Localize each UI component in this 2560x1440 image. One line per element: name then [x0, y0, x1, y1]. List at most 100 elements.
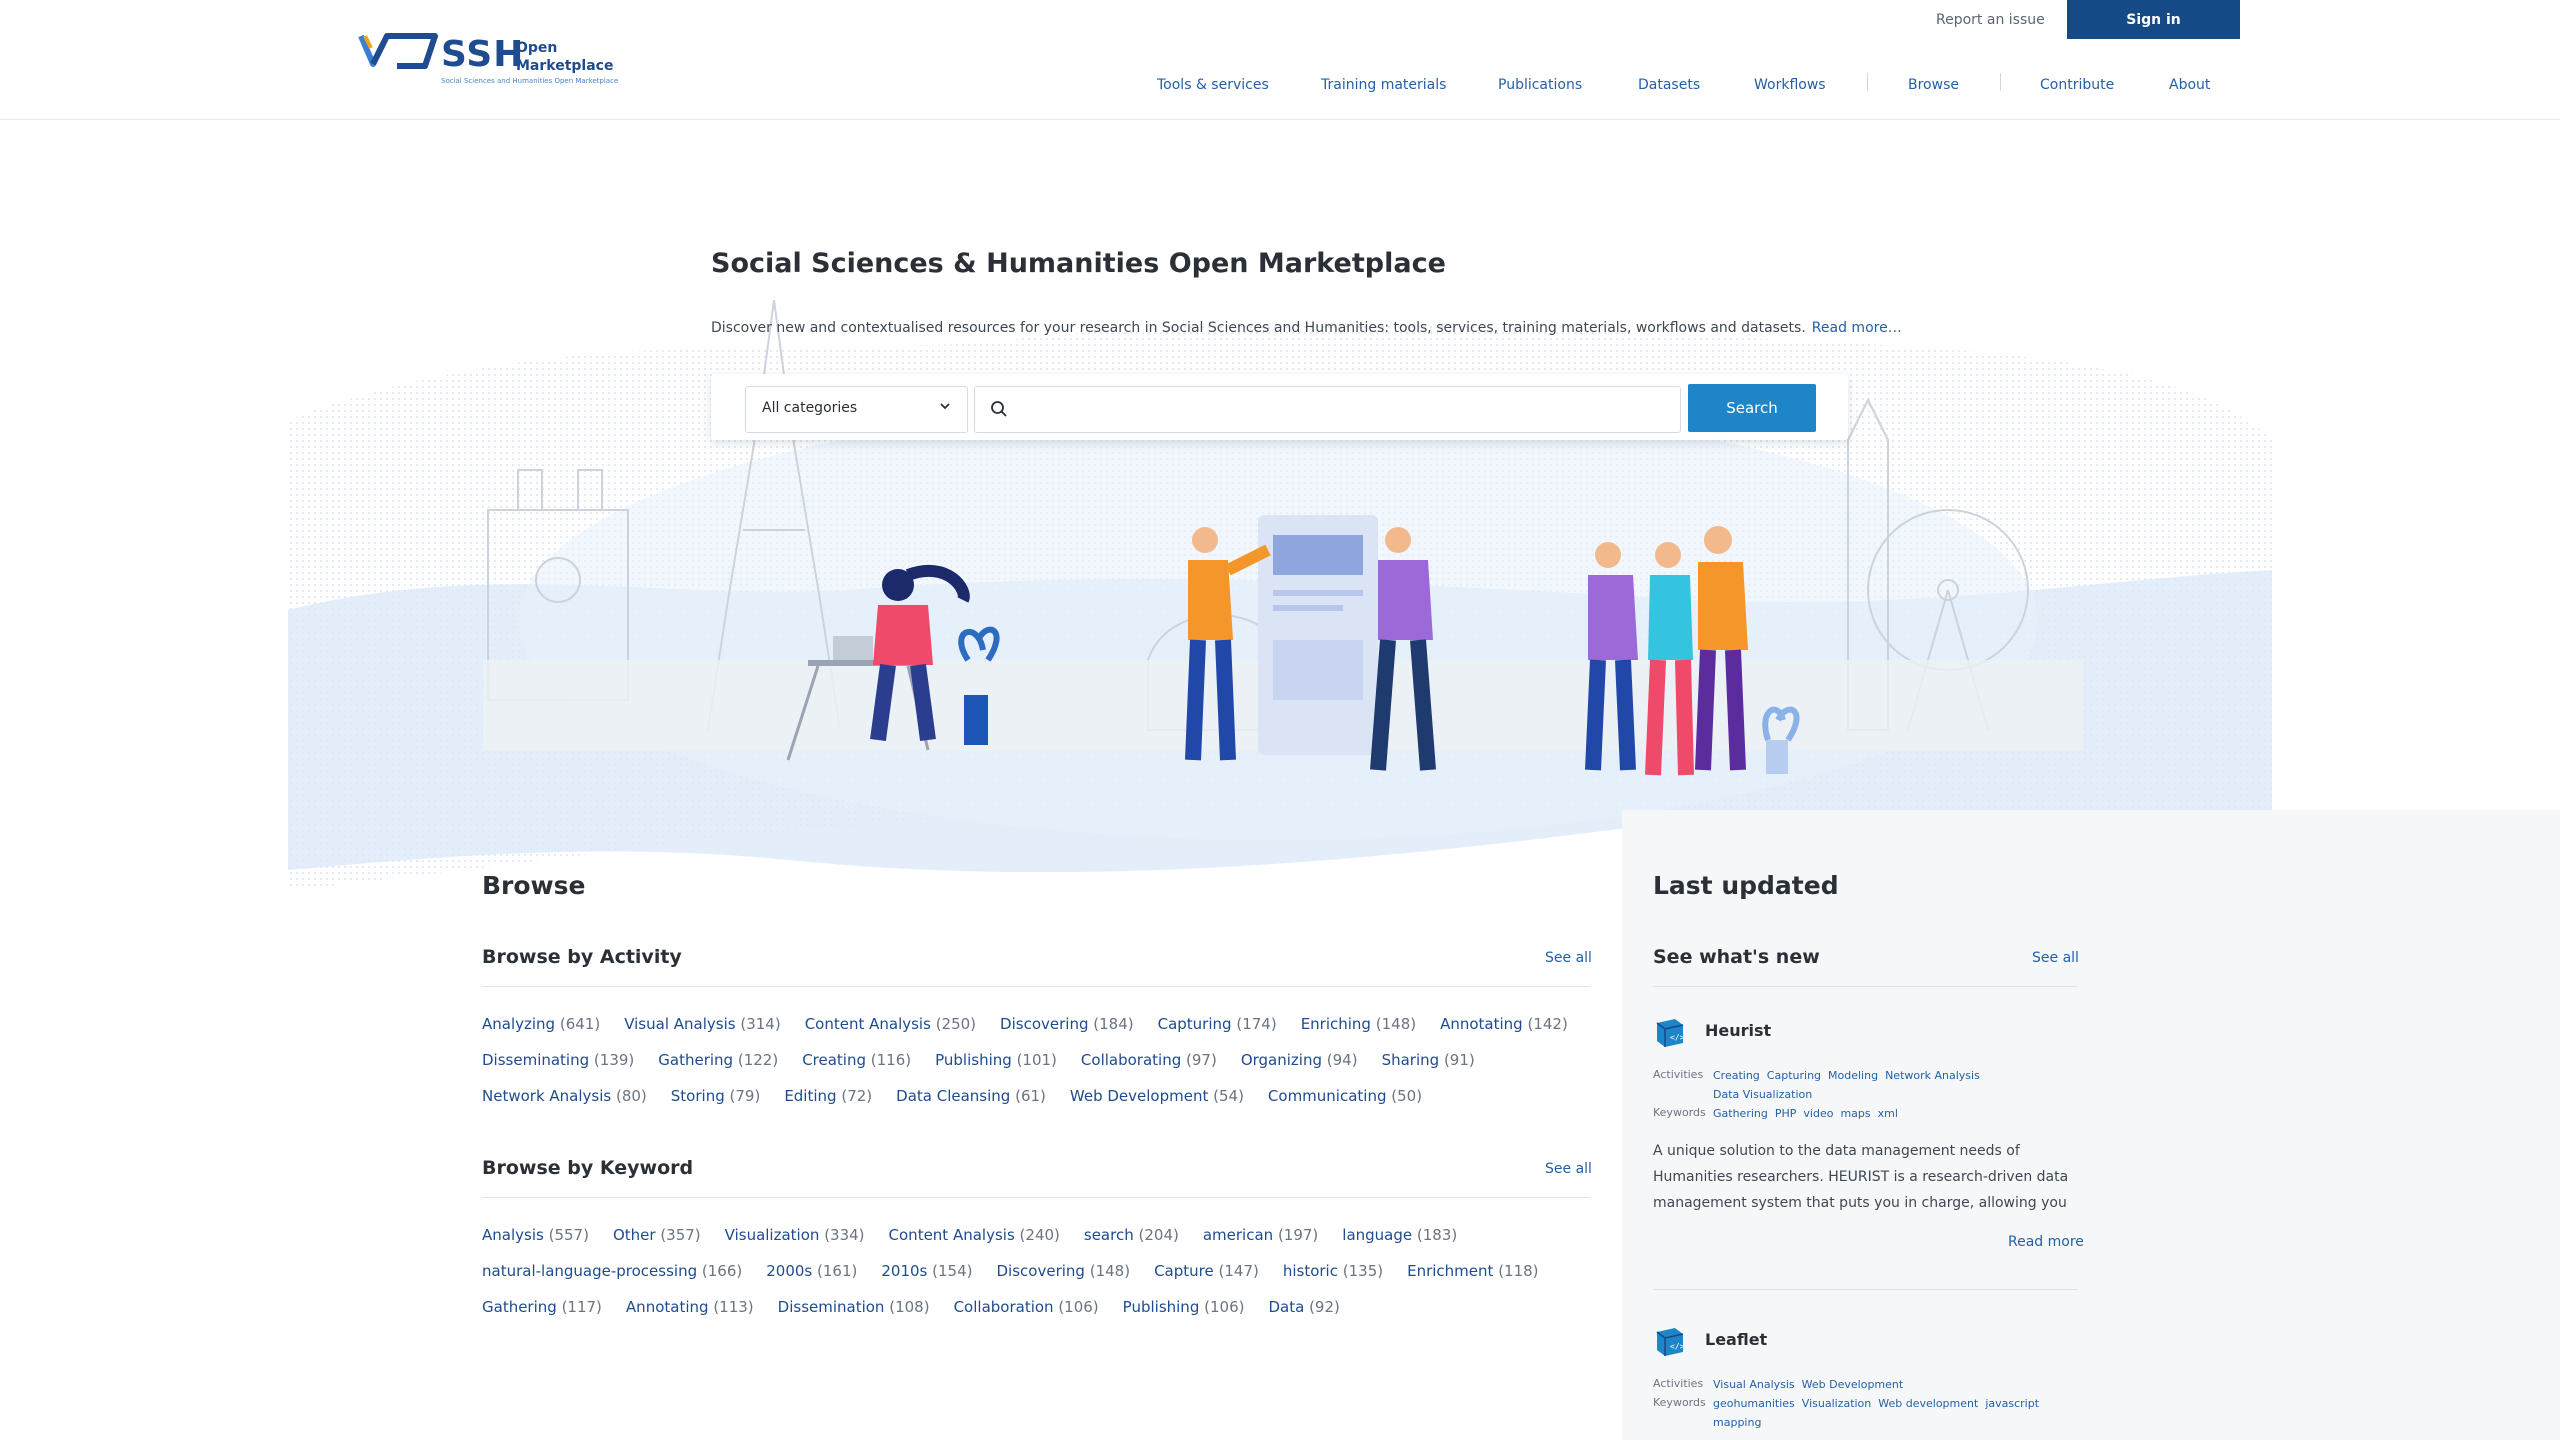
activity-chip[interactable]: Discovering (184)	[1000, 1006, 1134, 1042]
keyword-tag[interactable]: maps	[1840, 1104, 1870, 1123]
keyword-chip[interactable]: Publishing (106)	[1123, 1289, 1245, 1325]
keyword-tag[interactable]: xml	[1878, 1104, 1898, 1123]
keyword-chip[interactable]: Collaboration (106)	[954, 1289, 1099, 1325]
keyword-chip[interactable]: 2000s (161)	[766, 1253, 857, 1289]
activity-chip[interactable]: Publishing (101)	[935, 1042, 1057, 1078]
activity-tag[interactable]: Network Analysis	[1885, 1066, 1980, 1085]
keyword-chip[interactable]: Other (357)	[613, 1217, 701, 1253]
site-header: SSH Open Marketplace Social Sciences and…	[0, 0, 2560, 120]
keyword-tag[interactable]: Visualization	[1802, 1394, 1871, 1413]
keyword-chip[interactable]: language (183)	[1342, 1217, 1457, 1253]
divider	[482, 986, 1590, 987]
activity-chip[interactable]: Editing (72)	[784, 1078, 872, 1114]
keyword-chip[interactable]: american (197)	[1203, 1217, 1318, 1253]
nav-label: Training materials	[1321, 77, 1447, 93]
keyword-chip[interactable]: Capture (147)	[1154, 1253, 1259, 1289]
activity-chip[interactable]: Web Development (54)	[1070, 1078, 1244, 1114]
search-input[interactable]	[1019, 389, 1673, 430]
search-button[interactable]: Search	[1688, 384, 1816, 432]
activity-chip[interactable]: Visual Analysis (314)	[624, 1006, 780, 1042]
browse-heading: Browse	[482, 871, 586, 900]
item-title[interactable]: Leaflet	[1705, 1330, 1767, 1349]
nav-tools-services[interactable]: Tools & services	[1157, 73, 1269, 97]
keyword-chip[interactable]: historic (135)	[1283, 1253, 1383, 1289]
item-title[interactable]: Heurist	[1705, 1021, 1771, 1040]
activity-tag[interactable]: Capturing	[1767, 1066, 1821, 1085]
logo-wordmark: SSH	[441, 34, 525, 75]
activity-tag[interactable]: Data Visualization	[1713, 1085, 1812, 1104]
nav-label: About	[2169, 77, 2211, 93]
last-updated-heading: Last updated	[1653, 871, 1839, 900]
nav-workflows[interactable]: Workflows	[1754, 73, 1826, 97]
report-issue-link[interactable]: Report an issue	[1936, 12, 2045, 28]
search-icon	[991, 401, 1007, 417]
activity-chip[interactable]: Communicating (50)	[1268, 1078, 1422, 1114]
keyword-list: Analysis (557) Other (357) Visualization…	[482, 1217, 1592, 1325]
keyword-tag[interactable]: Web development	[1878, 1394, 1978, 1413]
svg-text:</>: </>	[1670, 1033, 1685, 1042]
keyword-chip[interactable]: Visualization (334)	[725, 1217, 865, 1253]
nav-about[interactable]: About	[2169, 73, 2210, 97]
page-title: Social Sciences & Humanities Open Market…	[711, 248, 1446, 279]
keyword-chip[interactable]: Discovering (148)	[997, 1253, 1131, 1289]
activity-chip[interactable]: Collaborating (97)	[1081, 1042, 1217, 1078]
activity-chip[interactable]: Annotating (142)	[1440, 1006, 1568, 1042]
logo-mark-icon	[358, 33, 438, 69]
category-select[interactable]: All categories	[745, 386, 968, 433]
keyword-chip[interactable]: Enrichment (118)	[1407, 1253, 1538, 1289]
keyword-chip[interactable]: Data (92)	[1268, 1289, 1339, 1325]
nav-browse[interactable]: Browse	[1908, 73, 1959, 97]
activity-chip[interactable]: Network Analysis (80)	[482, 1078, 647, 1114]
keyword-tag[interactable]: Gathering	[1713, 1104, 1768, 1123]
activity-chip[interactable]: Analyzing (641)	[482, 1006, 600, 1042]
keyword-tag[interactable]: javascript	[1985, 1394, 2039, 1413]
nav-publications[interactable]: Publications	[1498, 73, 1582, 97]
keyword-chip[interactable]: Annotating (113)	[626, 1289, 754, 1325]
keyword-chip[interactable]: search (204)	[1084, 1217, 1179, 1253]
keyword-chip[interactable]: Analysis (557)	[482, 1217, 589, 1253]
browse-keyword-see-all[interactable]: See all	[1545, 1161, 1592, 1177]
activity-chip[interactable]: Gathering (122)	[658, 1042, 778, 1078]
keyword-tag[interactable]: PHP	[1775, 1104, 1797, 1123]
activities-label: Activities	[1653, 1068, 1704, 1081]
activity-chip[interactable]: Enriching (148)	[1301, 1006, 1416, 1042]
read-more-link[interactable]: Read more…	[1812, 320, 1902, 336]
activity-tag[interactable]: Modeling	[1828, 1066, 1878, 1085]
tool-icon: </>	[1656, 1328, 1685, 1356]
nav-label: Publications	[1498, 77, 1583, 93]
keywords-list: geohumanities Visualization Web developm…	[1713, 1394, 2043, 1432]
keyword-tag[interactable]: geohumanities	[1713, 1394, 1795, 1413]
activity-chip[interactable]: Organizing (94)	[1241, 1042, 1358, 1078]
keyword-chip[interactable]: natural-language-processing (166)	[482, 1253, 742, 1289]
chevron-down-icon	[940, 403, 950, 410]
nav-contribute[interactable]: Contribute	[2040, 73, 2114, 97]
activity-tag[interactable]: Visual Analysis	[1713, 1375, 1795, 1394]
search-field[interactable]	[974, 386, 1681, 433]
keyword-chip[interactable]: Content Analysis (240)	[889, 1217, 1060, 1253]
nav-label: Browse	[1908, 77, 1959, 93]
activity-chip[interactable]: Creating (116)	[802, 1042, 911, 1078]
nav-label: Tools & services	[1157, 77, 1269, 93]
keyword-tag[interactable]: video	[1803, 1104, 1833, 1123]
whats-new-see-all[interactable]: See all	[2032, 950, 2079, 966]
nav-training-materials[interactable]: Training materials	[1321, 73, 1446, 97]
nav-divider	[2000, 73, 2001, 91]
browse-activity-see-all[interactable]: See all	[1545, 950, 1592, 966]
activity-chip[interactable]: Capturing (174)	[1158, 1006, 1277, 1042]
activity-chip[interactable]: Storing (79)	[671, 1078, 761, 1114]
divider	[1653, 986, 2077, 987]
read-more-link[interactable]: Read more	[2008, 1234, 2084, 1250]
keyword-chip[interactable]: 2010s (154)	[881, 1253, 972, 1289]
activity-chip[interactable]: Data Cleansing (61)	[896, 1078, 1046, 1114]
activity-tag[interactable]: Creating	[1713, 1066, 1760, 1085]
ssh-logo[interactable]: SSH Open Marketplace Social Sciences and…	[357, 28, 618, 90]
activity-tag[interactable]: Web Development	[1802, 1375, 1904, 1394]
sign-in-button[interactable]: Sign in	[2067, 0, 2240, 39]
keyword-chip[interactable]: Gathering (117)	[482, 1289, 602, 1325]
keyword-tag[interactable]: mapping	[1713, 1413, 1761, 1432]
activity-chip[interactable]: Content Analysis (250)	[805, 1006, 976, 1042]
nav-datasets[interactable]: Datasets	[1638, 73, 1700, 97]
activity-chip[interactable]: Disseminating (139)	[482, 1042, 634, 1078]
keyword-chip[interactable]: Dissemination (108)	[778, 1289, 930, 1325]
activity-chip[interactable]: Sharing (91)	[1382, 1042, 1475, 1078]
